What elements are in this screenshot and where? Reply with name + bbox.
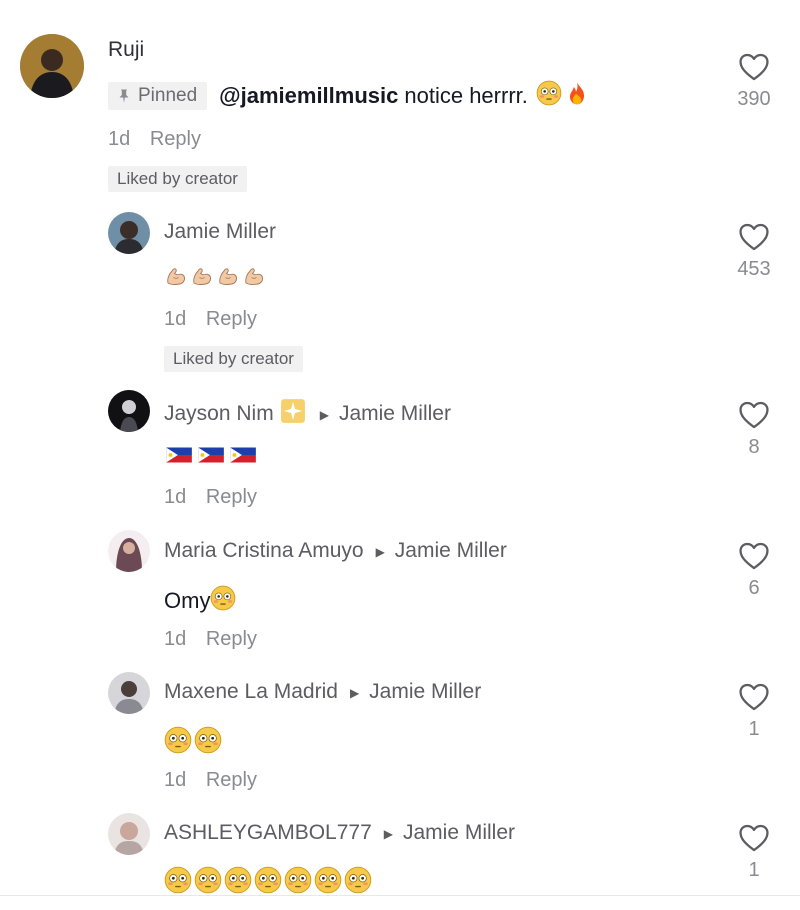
reply-button[interactable]: Reply — [206, 308, 257, 330]
comment-author: ASHLEYGAMBOL777 ▶ Jamie Miller — [164, 821, 515, 845]
reply-arrow-icon: ▶ — [383, 827, 393, 841]
flag-philippines-icon — [228, 444, 258, 472]
muscle-emoji-icon — [242, 264, 266, 294]
flushed-emoji-icon — [536, 80, 562, 112]
comment-text — [164, 726, 224, 760]
comment-text: Omy — [164, 585, 238, 617]
like-control[interactable]: 453 — [724, 220, 784, 281]
reply-to-name[interactable]: Jamie Miller — [339, 402, 451, 426]
comment-meta: 1d Reply — [164, 486, 257, 509]
comment-author[interactable]: Ruji — [108, 38, 144, 62]
comment-text — [164, 264, 268, 294]
comment-age: 1d — [164, 308, 187, 330]
reply-to-name[interactable]: Jamie Miller — [369, 680, 481, 704]
comment-meta: 1d Reply — [108, 128, 201, 151]
comment-author: Jayson Nim ▶ Jamie Miller — [164, 398, 451, 430]
reply-arrow-icon: ▶ — [319, 408, 329, 422]
fire-emoji-icon — [564, 80, 590, 112]
like-count: 390 — [737, 88, 771, 110]
reply-arrow-icon: ▶ — [375, 545, 385, 559]
reply-button[interactable]: Reply — [206, 628, 257, 650]
heart-icon[interactable] — [737, 539, 771, 573]
comments-panel: Ruji Pinned @jamiemillmusic notice herrr… — [0, 0, 800, 910]
flushed-emoji-icon — [194, 726, 222, 760]
avatar[interactable] — [108, 390, 150, 432]
avatar[interactable] — [108, 672, 150, 714]
avatar[interactable] — [108, 530, 150, 572]
flushed-emoji-icon — [210, 585, 236, 617]
avatar[interactable] — [108, 212, 150, 254]
flag-philippines-icon — [196, 444, 226, 472]
liked-by-creator-badge: Liked by creator — [108, 166, 247, 192]
heart-icon[interactable] — [737, 821, 771, 855]
flag-philippines-icon — [164, 444, 194, 472]
like-control[interactable]: 390 — [724, 50, 784, 111]
reply-button[interactable]: Reply — [206, 486, 257, 508]
reply-arrow-icon: ▶ — [349, 686, 360, 700]
comment-author: Maria Cristina Amuyo ▶ Jamie Miller — [164, 539, 507, 563]
reply-button[interactable]: Reply — [150, 128, 201, 150]
comment-meta: 1d Reply — [164, 308, 257, 331]
flushed-emoji-icon — [164, 726, 192, 760]
author-name[interactable]: Maria Cristina Amuyo — [164, 539, 364, 563]
comment-author: Maxene La Madrid ▶ Jamie Miller — [164, 680, 481, 704]
author-name[interactable]: Jayson Nim — [164, 402, 274, 426]
heart-icon[interactable] — [737, 680, 771, 714]
comment-meta: 1d Reply — [164, 628, 257, 651]
bottom-divider — [0, 895, 800, 896]
comment-age: 1d — [164, 769, 187, 791]
like-count: 6 — [748, 577, 760, 599]
heart-icon[interactable] — [737, 398, 771, 432]
muscle-emoji-icon — [190, 264, 214, 294]
heart-icon[interactable] — [737, 220, 771, 254]
avatar[interactable] — [20, 34, 84, 98]
reply-to-name[interactable]: Jamie Miller — [403, 821, 515, 845]
like-count: 8 — [748, 436, 760, 458]
like-control[interactable]: 1 — [724, 680, 784, 741]
mention-link[interactable]: @jamiemillmusic — [219, 83, 398, 109]
author-name[interactable]: Maxene La Madrid — [164, 680, 338, 704]
like-control[interactable]: 1 — [724, 821, 784, 882]
pinned-badge: Pinned — [108, 82, 208, 110]
comment-age: 1d — [108, 128, 131, 150]
comment-text: Pinned @jamiemillmusic notice herrrr. — [108, 80, 592, 112]
sparkle-icon — [280, 398, 306, 430]
muscle-emoji-icon — [216, 264, 240, 294]
liked-by-creator-badge: Liked by creator — [164, 346, 303, 372]
comment-meta: 1d Reply — [164, 769, 257, 792]
like-control[interactable]: 8 — [724, 398, 784, 459]
author-name[interactable]: ASHLEYGAMBOL777 — [164, 821, 372, 845]
muscle-emoji-icon — [164, 264, 188, 294]
comment-age: 1d — [164, 628, 187, 650]
heart-icon[interactable] — [737, 50, 771, 84]
reply-button[interactable]: Reply — [206, 769, 257, 791]
pin-icon — [116, 88, 132, 104]
like-count: 453 — [737, 258, 771, 280]
reply-to-name[interactable]: Jamie Miller — [395, 539, 507, 563]
comment-age: 1d — [164, 486, 187, 508]
like-count: 1 — [748, 859, 760, 881]
like-count: 1 — [748, 718, 760, 740]
like-control[interactable]: 6 — [724, 539, 784, 600]
comment-text — [164, 444, 260, 472]
comment-author[interactable]: Jamie Miller — [164, 220, 276, 244]
avatar[interactable] — [108, 813, 150, 855]
